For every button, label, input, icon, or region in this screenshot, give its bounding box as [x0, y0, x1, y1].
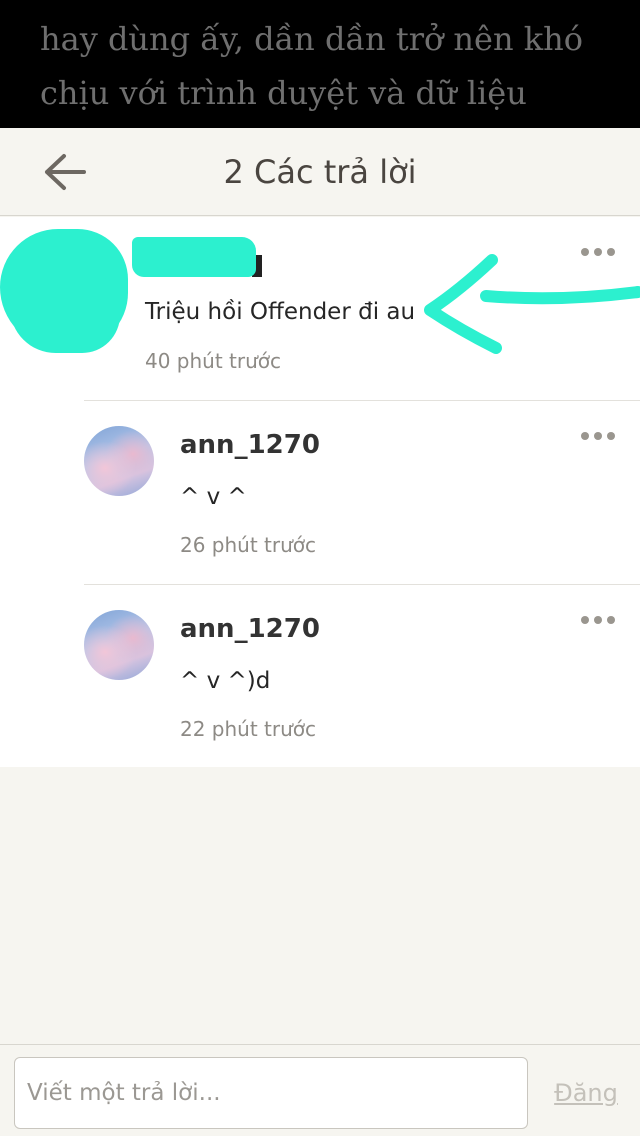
redacted-avatar-mark: [10, 277, 120, 353]
more-horizontal-icon-dot: [594, 616, 602, 624]
background-story-text: hay dùng ấy, dần dần trở nên khó chịu vớ…: [40, 12, 620, 120]
background-story-line: chịu với trình duyệt và dữ liệu: [40, 74, 527, 112]
post-button[interactable]: Đăng: [546, 1073, 626, 1113]
avatar[interactable]: [84, 426, 154, 496]
reply-compose-bar: Đăng: [0, 1044, 640, 1136]
more-horizontal-icon-dot: [607, 616, 615, 624]
comment-text: Triệu hồi Offender đi au: [145, 299, 416, 325]
reply-item: ann_1270 ^ v ^ 26 phút trước: [84, 400, 640, 584]
reply-timestamp: 26 phút trước: [180, 533, 317, 557]
more-options-button[interactable]: [576, 421, 620, 451]
background-story-line: hay dùng ấy, dần dần trở nên khó: [40, 20, 584, 58]
more-horizontal-icon: [581, 616, 589, 624]
reply-text: ^ v ^: [180, 484, 247, 510]
reply-username[interactable]: ann_1270: [180, 429, 320, 461]
annotation-arrow-icon: [424, 254, 640, 354]
background-story: hay dùng ấy, dần dần trở nên khó chịu vớ…: [0, 0, 640, 128]
reply-text: ^ v ^)d: [180, 668, 271, 694]
reply-item: ann_1270 ^ v ^)d 22 phút trước: [84, 584, 640, 767]
reply-timestamp: 22 phút trước: [180, 717, 317, 741]
page-title: 2 Các trả lời: [223, 153, 417, 191]
more-options-button[interactable]: [576, 605, 620, 635]
more-horizontal-icon-dot: [607, 432, 615, 440]
replies-header: 2 Các trả lời: [0, 128, 640, 216]
redacted-username: [132, 237, 256, 277]
comment-timestamp: 40 phút trước: [145, 349, 282, 373]
more-horizontal-icon-dot: [594, 432, 602, 440]
reply-input[interactable]: [14, 1057, 528, 1129]
avatar[interactable]: [84, 610, 154, 680]
reply-username[interactable]: ann_1270: [180, 613, 320, 645]
more-horizontal-icon: [581, 432, 589, 440]
